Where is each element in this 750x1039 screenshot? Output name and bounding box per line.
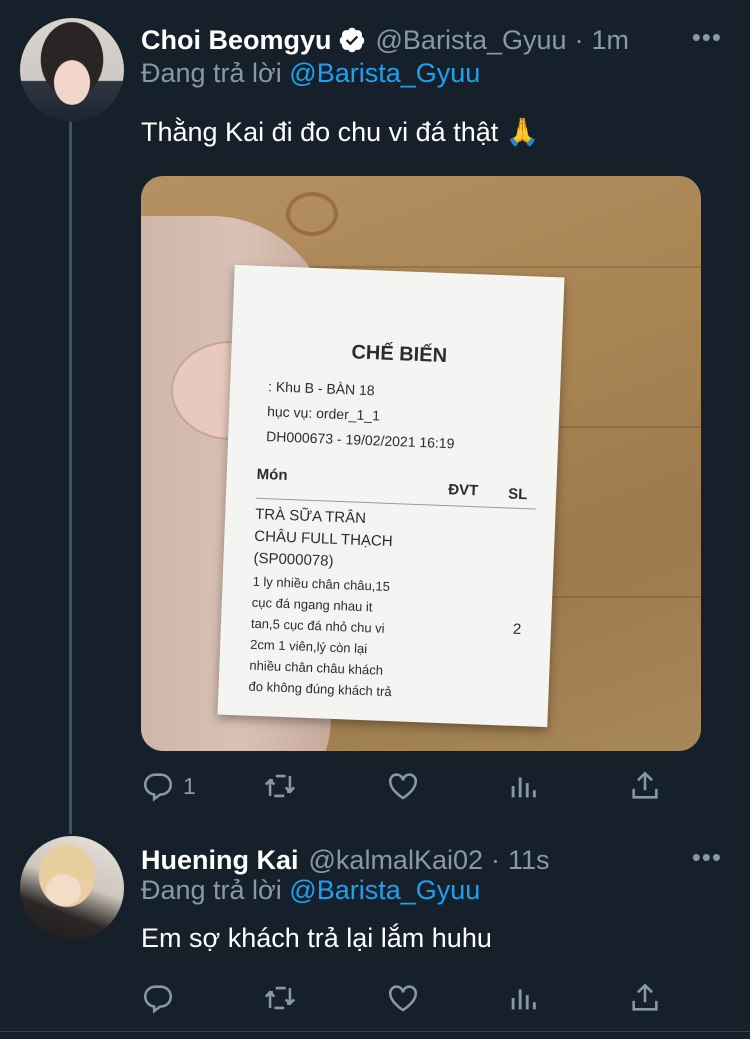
receipt-item-line: (SP000078) <box>253 549 334 570</box>
replying-to-prefix: Đang trả lời <box>141 58 282 88</box>
receipt-item-line: CHÂU FULL THẠCH <box>254 527 393 551</box>
timestamp[interactable]: 11s <box>508 845 550 876</box>
tweet-text: Thằng Kai đi đo chu vi đá thật 🙏 <box>141 117 540 147</box>
table-stain <box>286 192 338 236</box>
receipt-note-line: 2cm 1 viên,lý còn lại <box>249 636 368 657</box>
display-name[interactable]: Choi Beomgyu <box>141 25 332 56</box>
reply-icon <box>143 985 173 1014</box>
tweet-header: Huening Kai @kalmalKai02 · 11s <box>141 840 550 880</box>
receipt-table: : Khu B - BÀN 18 <box>267 378 375 399</box>
divider <box>0 1031 750 1032</box>
share-button[interactable] <box>628 769 662 803</box>
separator-dot: · <box>574 24 584 55</box>
like-button[interactable] <box>386 769 420 803</box>
tweet-actions <box>141 978 701 1018</box>
receipt-note-line: tan,5 cục đá nhỏ chu vi <box>250 615 385 636</box>
receipt: CHẾ BIẾN : Khu B - BÀN 18 hục vụ: order_… <box>217 264 565 728</box>
user-handle[interactable]: @kalmalKai02 <box>309 845 484 876</box>
receipt-col-item: Món <box>256 465 288 485</box>
analytics-button[interactable] <box>506 981 540 1015</box>
receipt-note-line: đo không đúng khách trả <box>248 678 392 700</box>
like-button[interactable] <box>386 981 420 1015</box>
receipt-server: hục vụ: order_1_1 <box>266 403 381 424</box>
receipt-qty: 2 <box>512 620 522 639</box>
retweet-icon <box>264 986 296 1010</box>
share-icon <box>632 771 658 799</box>
tweet-text: Em sợ khách trả lại lắm huhu <box>141 923 492 953</box>
retweet-button[interactable] <box>263 769 297 803</box>
receipt-order-id: DH000673 - 19/02/2021 16:19 <box>265 428 455 452</box>
receipt-note-line: 1 ly nhiều chân châu,15 <box>252 573 391 595</box>
heart-icon <box>388 773 418 800</box>
replying-to: Đang trả lời @Barista_Gyuu <box>141 875 480 906</box>
receipt-item-line: TRÀ SỮA TRÂN <box>254 505 367 528</box>
verified-badge-icon <box>338 26 366 54</box>
tweet-huening-kai[interactable]: Huening Kai @kalmalKai02 · 11s ••• Đang … <box>0 820 750 1031</box>
avatar[interactable] <box>20 836 124 940</box>
separator-dot: · <box>491 844 501 875</box>
tweet-choi-beomgyu[interactable]: Choi Beomgyu @Barista_Gyuu · 1m ••• Đang… <box>0 0 750 830</box>
receipt-note-line: nhiều chân châu khách <box>249 657 384 678</box>
reply-icon <box>143 773 173 802</box>
replying-to: Đang trả lời @Barista_Gyuu <box>141 58 480 89</box>
user-handle[interactable]: @Barista_Gyuu <box>376 25 567 56</box>
replying-to-prefix: Đang trả lời <box>141 875 282 905</box>
retweet-icon <box>264 774 296 798</box>
more-icon[interactable]: ••• <box>692 22 722 53</box>
reply-button[interactable] <box>141 981 175 1015</box>
avatar[interactable] <box>20 18 124 122</box>
mention-link[interactable]: @Barista_Gyuu <box>289 875 480 905</box>
heart-icon <box>388 985 418 1012</box>
analytics-icon <box>511 777 536 798</box>
timestamp[interactable]: 1m <box>592 25 630 56</box>
receipt-title: CHẾ BIẾN <box>351 341 448 368</box>
share-icon <box>632 983 658 1011</box>
receipt-col-qty: SL <box>507 485 528 504</box>
more-icon[interactable]: ••• <box>692 842 722 873</box>
analytics-icon <box>511 989 536 1010</box>
tweet-photo[interactable]: CHẾ BIẾN : Khu B - BÀN 18 hục vụ: order_… <box>141 176 701 751</box>
analytics-button[interactable] <box>506 769 540 803</box>
retweet-button[interactable] <box>263 981 297 1015</box>
share-button[interactable] <box>628 981 662 1015</box>
receipt-note-line: cục đá ngang nhau it <box>251 594 373 615</box>
mention-link[interactable]: @Barista_Gyuu <box>289 58 480 88</box>
receipt-col-unit: ĐVT <box>447 481 479 500</box>
display-name[interactable]: Huening Kai <box>141 845 299 876</box>
tweet-header: Choi Beomgyu @Barista_Gyuu · 1m <box>141 20 629 60</box>
tweet-actions: 1 <box>141 766 701 806</box>
reply-button[interactable]: 1 <box>141 769 196 803</box>
reply-count: 1 <box>183 772 196 799</box>
